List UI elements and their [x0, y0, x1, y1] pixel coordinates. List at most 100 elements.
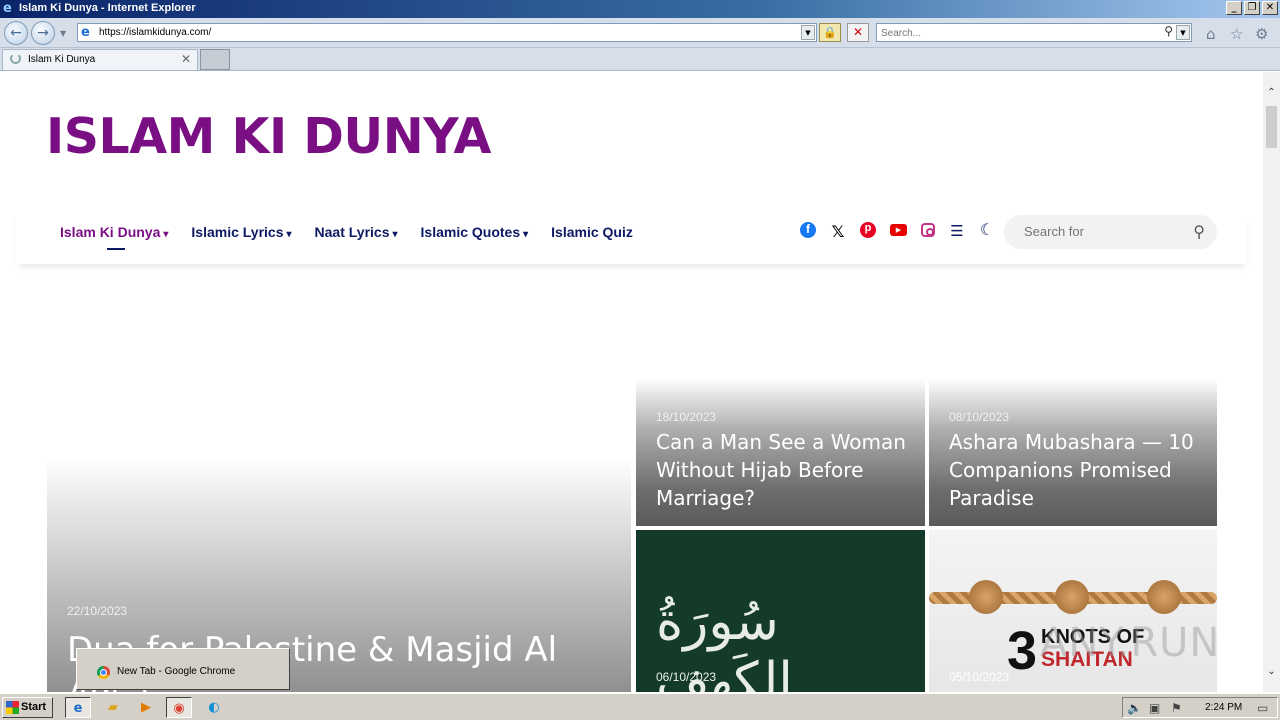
active-indicator [107, 248, 125, 250]
network-icon[interactable]: ▣ [1149, 701, 1160, 715]
post-title[interactable]: Can a Man See a Woman Without Hijab Befo… [656, 428, 916, 512]
ie-icon: e [73, 701, 83, 716]
menu-item-label: Islam Ki Dunya [60, 224, 161, 240]
post-card[interactable]: 18/10/2023 Can a Man See a Woman Without… [636, 378, 925, 526]
pinterest-icon[interactable]: p [860, 222, 876, 238]
close-button[interactable]: ✕ [1262, 1, 1278, 15]
taskbar-explorer-button[interactable]: ▰ [100, 697, 126, 718]
folder-icon: ▰ [108, 700, 118, 715]
taskbar-media-button[interactable]: ▶ [133, 697, 159, 718]
scroll-down-icon[interactable]: ⌄ [1263, 663, 1280, 680]
chevron-down-icon: ▾ [163, 229, 169, 240]
tab-label: Islam Ki Dunya [28, 54, 96, 65]
address-bar[interactable]: e https://islamkidunya.com/ ▼ [77, 23, 817, 42]
ie-logo-icon: e [3, 1, 12, 16]
search-icon[interactable]: ⚲ [1164, 24, 1173, 38]
post-card[interactable]: 08/10/2023 Ashara Mubashara — 10 Compani… [929, 378, 1217, 526]
taskbar-chrome-button[interactable]: ◉ [166, 697, 192, 718]
chrome-icon: ◉ [173, 701, 185, 716]
browser-search[interactable]: ⚲ ▼ [876, 23, 1192, 42]
gear-icon[interactable]: ⚙ [1255, 25, 1268, 43]
menu-item-label: Islamic Lyrics [191, 224, 284, 240]
scroll-up-icon[interactable]: ⌃ [1263, 84, 1280, 101]
page-viewport: ISLAM KI DUNYA Islam Ki Dunya ▾ Islamic L… [0, 72, 1263, 692]
menu-item-islam-ki-dunya[interactable]: Islam Ki Dunya ▾ [60, 224, 169, 250]
lock-icon[interactable]: 🔒 [819, 23, 841, 42]
address-dropdown-icon[interactable]: ▼ [801, 25, 815, 40]
taskbar-ie-button[interactable]: e [65, 697, 91, 718]
menu-item-islamic-quotes[interactable]: Islamic Quotes ▾ [421, 224, 529, 240]
show-desktop-icon[interactable]: ▭ [1257, 701, 1268, 715]
browser-search-input[interactable] [877, 25, 1147, 41]
image-number: 3 [1007, 621, 1038, 681]
window-titlebar: e Islam Ki Dunya - Internet Explorer _ ❐… [0, 0, 1280, 18]
stop-icon[interactable]: ✕ [847, 23, 869, 42]
post-date: 06/10/2023 [656, 670, 717, 684]
back-button[interactable]: ← [4, 21, 28, 45]
site-logo[interactable]: ISLAM KI DUNYA [46, 108, 491, 165]
chevron-down-icon: ▾ [523, 229, 529, 240]
post-card-surah-kahf[interactable]: سُورَةُ الكَهف 06/10/2023 [636, 530, 925, 692]
browser-navbar: ← → ▼ e https://islamkidunya.com/ ▼ 🔒 ✕ … [0, 18, 1280, 48]
post-card-knots-of-shaitan[interactable]: 3 KNOTS OF SHAITAN 05/10/2023 [929, 530, 1217, 692]
windows-logo-icon [6, 701, 19, 714]
knot-image [1147, 580, 1181, 614]
site-main-nav: Islam Ki Dunya ▾ Islamic Lyrics ▾ Naat Lyr… [16, 212, 1247, 264]
menu-item-label: Naat Lyrics [314, 224, 390, 240]
menu-item-islamic-lyrics[interactable]: Islamic Lyrics ▾ [191, 224, 291, 240]
facebook-icon[interactable]: f [800, 222, 816, 238]
post-title[interactable]: Ashara Mubashara — 10 Companions Promise… [949, 428, 1209, 512]
site-search[interactable]: ⚲ [1004, 215, 1217, 249]
media-player-icon: ▶ [141, 700, 151, 715]
ie-page-icon: e [81, 25, 90, 40]
edge-icon: ◐ [208, 700, 220, 715]
start-button[interactable]: Start [2, 697, 53, 718]
flag-icon[interactable]: ⚑ [1171, 701, 1182, 715]
taskbar: Start e ▰ ▶ ◉ ◐ 🔈 ▣ ⚑ 2:24 PM ▭ [0, 693, 1280, 720]
menu-icon[interactable]: ☰ [949, 222, 965, 240]
chrome-icon [97, 666, 110, 679]
site-menu: Islam Ki Dunya ▾ Islamic Lyrics ▾ Naat Lyr… [60, 224, 656, 250]
new-tab-button[interactable] [200, 49, 230, 70]
tab-close-icon[interactable]: ✕ [181, 52, 191, 66]
menu-item-islamic-quiz[interactable]: Islamic Quiz [551, 224, 633, 240]
post-date: 08/10/2023 [949, 410, 1010, 424]
moon-icon[interactable]: ☾ [979, 222, 995, 238]
search-icon[interactable]: ⚲ [1193, 222, 1205, 241]
search-dropdown-icon[interactable]: ▼ [1176, 25, 1190, 40]
favorites-star-icon[interactable]: ☆ [1230, 25, 1243, 43]
instagram-icon[interactable] [921, 223, 935, 237]
chevron-down-icon: ▾ [392, 229, 398, 240]
post-date: 18/10/2023 [656, 410, 717, 424]
post-date: 05/10/2023 [949, 670, 1010, 684]
minimize-button[interactable]: _ [1226, 1, 1242, 15]
site-search-input[interactable] [1024, 224, 1184, 239]
menu-item-naat-lyrics[interactable]: Naat Lyrics ▾ [315, 224, 398, 240]
forward-arrow-icon: → [37, 25, 49, 41]
post-date: 22/10/2023 [67, 604, 128, 618]
system-tray: 🔈 ▣ ⚑ 2:24 PM ▭ [1122, 697, 1278, 718]
volume-icon[interactable]: 🔈 [1127, 701, 1142, 715]
scroll-thumb[interactable] [1266, 106, 1277, 148]
start-label: Start [21, 701, 47, 713]
menu-item-label: Islamic Quotes [420, 224, 521, 240]
page-scrollbar[interactable]: ⌃ ⌄ [1263, 72, 1280, 692]
history-dropdown-icon[interactable]: ▼ [60, 29, 66, 38]
back-arrow-icon: ← [10, 25, 22, 41]
anyrun-watermark: ANY.RUN [1040, 620, 1221, 666]
loading-spinner-icon [10, 53, 21, 64]
home-icon[interactable]: ⌂ [1206, 25, 1216, 43]
address-url[interactable]: https://islamkidunya.com/ [99, 27, 211, 38]
forward-button[interactable]: → [31, 21, 55, 45]
youtube-icon[interactable]: ▶ [890, 224, 907, 236]
x-icon[interactable]: 𝕏 [830, 222, 846, 241]
taskbar-edge-button[interactable]: ◐ [201, 697, 227, 718]
restore-button[interactable]: ❐ [1244, 1, 1260, 15]
knot-image [969, 580, 1003, 614]
tab-islam-ki-dunya[interactable]: Islam Ki Dunya ✕ [2, 49, 198, 70]
post-card-featured[interactable]: 22/10/2023 Dua for Palestine & Masjid Al… [47, 378, 631, 692]
knot-image [1055, 580, 1089, 614]
taskbar-popup-chrome[interactable]: New Tab - Google Chrome [76, 648, 290, 690]
clock: 2:24 PM [1205, 702, 1243, 713]
social-links: f 𝕏 p ▶ ☰ ☾ [800, 222, 995, 241]
